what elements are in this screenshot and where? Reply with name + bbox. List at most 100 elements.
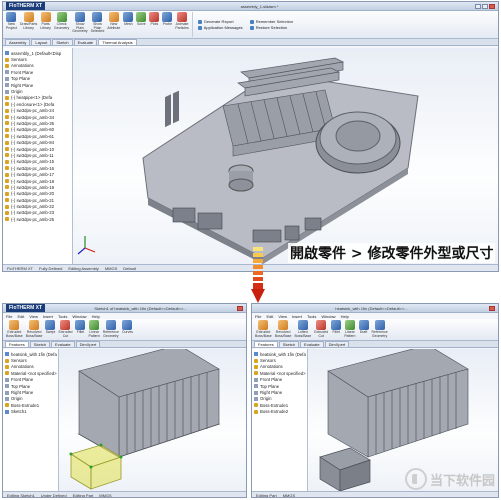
pattern-icon (89, 320, 100, 330)
status-item: Default (123, 265, 136, 271)
tree-node-label: Front Plane (11, 69, 34, 75)
ribbon-button[interactable]: Plots (148, 12, 160, 37)
menu-item-file[interactable]: File (6, 314, 12, 319)
tree-node-label: Sensors (11, 358, 27, 364)
ribbon-button[interactable]: New Attribute (106, 12, 121, 37)
tab-features[interactable]: Features (254, 341, 278, 347)
tree-node[interactable]: heatsink_with 1fin (Defa (3, 351, 58, 357)
ribbon-list-item[interactable]: Remember Selection (249, 19, 293, 24)
tree-node-icon (5, 57, 9, 62)
menu-item-edit[interactable]: Edit (17, 314, 24, 319)
tree-node-label: (-) sw3dps-pc_amb-17 (11, 172, 54, 178)
extrude-icon (258, 320, 269, 330)
tab-evaluate[interactable]: Evaluate (73, 39, 98, 45)
maximize-icon[interactable] (482, 3, 488, 9)
menu-item-file[interactable]: File (255, 314, 261, 319)
tree-node-label: Material <not specified> (11, 370, 57, 376)
menu-item-view[interactable]: View (278, 314, 287, 319)
ribbon-button[interactable]: Revolved Boss/Base (25, 320, 44, 339)
tab-sketch[interactable]: Sketch (29, 341, 51, 347)
tree-node-icon (5, 396, 9, 401)
ribbon-button[interactable]: Extruded Boss/Base (5, 320, 24, 339)
ribbon-button[interactable]: Lofted Boss/Base (293, 320, 312, 339)
tree-node-label: Right Plane (11, 390, 34, 396)
tree-node[interactable]: Sketch1 (3, 409, 58, 415)
tree-node[interactable]: Material <not specified> (3, 370, 58, 376)
tab-layout[interactable]: Layout (31, 39, 52, 45)
ribbon-button[interactable]: Mesh (122, 12, 134, 37)
tab-thermal-analysis[interactable]: Thermal Analysis (98, 39, 137, 45)
plots-icon (149, 12, 160, 22)
tree-node-label: (-) sw3dps-pc_amb-21 (11, 197, 54, 203)
tab-sketch[interactable]: Sketch (52, 39, 73, 45)
ribbon-button[interactable]: Reference Geometry (102, 320, 120, 339)
ribbon-list-item[interactable]: Generate Report (197, 19, 243, 24)
tab-dimxpert[interactable]: DimXpert (75, 341, 101, 347)
menu-item-edit[interactable]: Edit (266, 314, 273, 319)
ribbon-button[interactable]: Linear Pattern (87, 320, 100, 339)
ribbon-button[interactable]: Check Geometry (53, 12, 70, 37)
ribbon-button[interactable]: Reference Geometry (371, 320, 389, 339)
tree-node[interactable]: (-) sw3dps-pc_amb-25 (3, 216, 72, 222)
tab-evaluate[interactable]: Evaluate (51, 341, 75, 347)
ribbon-button[interactable]: Solve (135, 12, 147, 37)
ribbon-button[interactable]: Show Plain Selected (90, 12, 106, 37)
tree-node-icon (254, 364, 258, 369)
bl-close-icon[interactable] (237, 305, 243, 311)
ribbon-button-label: Draw/Parts Library (19, 22, 38, 30)
ribbon-button[interactable]: Animate Particles (174, 12, 189, 37)
ribbon-button[interactable]: Probe (161, 12, 173, 37)
ribbon-list-item[interactable]: Restore Selection (249, 25, 293, 30)
tree-node[interactable]: Material <not specified> (252, 370, 307, 376)
menu-item-tools[interactable]: Tools (307, 314, 316, 319)
tab-assembly[interactable]: Assembly (5, 39, 31, 45)
tree-node-label: (-) sw3dps-pc_amb-11 (11, 152, 54, 158)
ribbon-button-label: Reference Geometry (371, 330, 388, 338)
ribbon-list-item[interactable]: Application Messages (197, 25, 243, 30)
tree-node[interactable]: Boss-Extrude2 (252, 409, 307, 415)
ribbon-button[interactable]: Extruded Boss/Base (254, 320, 273, 339)
ribbon-button[interactable]: Revolved Boss/Base (274, 320, 293, 339)
ribbon-button-label: Extruded Boss/Base (6, 330, 23, 338)
ribbon-button[interactable]: Fillet (74, 320, 86, 339)
bl-feature-tree: heatsink_with 1fin (Defa Sensors Annotatio… (3, 349, 59, 491)
ribbon-button[interactable]: Fillet (330, 320, 342, 339)
tree-node[interactable]: heatsink_with 1fin (Defa (252, 351, 307, 357)
menu-item-tools[interactable]: Tools (58, 314, 67, 319)
tab-dimxpert[interactable]: DimXpert (324, 341, 350, 347)
cut-icon (316, 320, 327, 330)
menu-item-insert[interactable]: Insert (292, 314, 302, 319)
menu-item-help[interactable]: Help (92, 314, 100, 319)
ribbon-list-icon (249, 25, 254, 30)
bl-viewport[interactable] (59, 349, 246, 491)
minimize-icon[interactable] (475, 3, 481, 9)
ribbon-button[interactable]: Swept (44, 320, 56, 339)
tab-features[interactable]: Features (5, 341, 29, 347)
tree-node-icon (254, 390, 258, 395)
ribbon-button[interactable]: Curves (121, 320, 134, 339)
close-icon[interactable] (489, 3, 495, 9)
tree-node-label: (-) sw3dps-pc_amb-24 (11, 108, 54, 114)
tree-node-icon (5, 191, 9, 196)
bl-window-title: Sketch1 of heatsink_with 1fin (Default<<… (94, 305, 187, 311)
tab-evaluate[interactable]: Evaluate (300, 341, 324, 347)
ribbon-button[interactable]: Extruded Cut (57, 320, 73, 339)
ribbon-button[interactable]: Show Plain Geometry (71, 12, 88, 37)
menu-item-view[interactable]: View (29, 314, 38, 319)
tree-node-icon (5, 83, 9, 88)
ribbon-button[interactable]: Extruded Cut (313, 320, 329, 339)
tab-sketch[interactable]: Sketch (278, 341, 300, 347)
ribbon-button[interactable]: Draft (358, 320, 370, 339)
ribbon-button[interactable]: Parts Library (39, 12, 52, 37)
menu-item-help[interactable]: Help (341, 314, 349, 319)
menu-item-window[interactable]: Window (321, 314, 335, 319)
ribbon-button[interactable]: Draw/Parts Library (19, 12, 38, 37)
menu-item-insert[interactable]: Insert (43, 314, 53, 319)
menu-item-window[interactable]: Window (72, 314, 86, 319)
ribbon-button[interactable]: Linear Pattern (343, 320, 356, 339)
br-close-icon[interactable] (489, 305, 495, 311)
top-viewport[interactable] (73, 48, 498, 264)
tree-node-label: Boss-Extrude2 (260, 409, 289, 415)
tree-node-label: heatsink_with 1fin (Defa (11, 351, 57, 357)
ribbon-button[interactable]: New Project (5, 12, 18, 37)
